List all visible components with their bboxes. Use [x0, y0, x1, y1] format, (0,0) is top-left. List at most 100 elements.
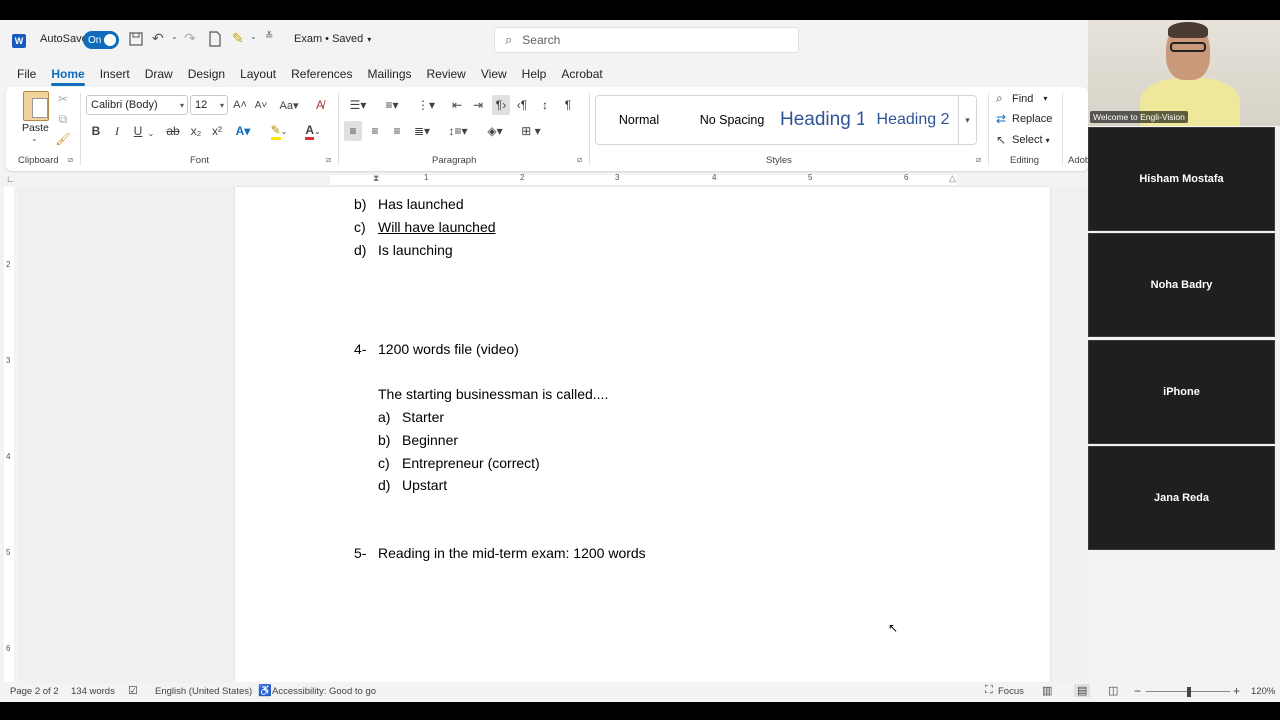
document-canvas[interactable]: b) Has launched c) Will have launched d)…	[18, 187, 1088, 682]
font-color-icon[interactable]: A ⌄	[300, 121, 326, 141]
style-heading-2[interactable]: Heading 2	[868, 96, 958, 144]
web-layout-icon[interactable]: ◫	[1108, 684, 1118, 697]
style-normal[interactable]: Normal	[596, 96, 682, 144]
superscript-icon[interactable]: x²	[209, 121, 225, 141]
tab-draw[interactable]: Draw	[145, 67, 173, 81]
tab-design[interactable]: Design	[188, 67, 225, 81]
tab-acrobat[interactable]: Acrobat	[561, 67, 602, 81]
tab-review[interactable]: Review	[427, 67, 466, 81]
underline-dropdown-icon[interactable]: ⌄	[147, 123, 155, 143]
style-heading-1[interactable]: Heading 1	[780, 96, 864, 144]
line-spacing-icon[interactable]: ↕≡▾	[446, 121, 470, 141]
tab-layout[interactable]: Layout	[240, 67, 276, 81]
italic-icon[interactable]: I	[109, 121, 125, 141]
paste-dropdown-icon[interactable]: ⌄	[31, 134, 38, 143]
borders-icon[interactable]: ⊞ ▾	[516, 121, 546, 141]
accessibility-icon[interactable]: ♿	[258, 684, 272, 697]
zoom-slider-thumb[interactable]	[1187, 687, 1191, 697]
align-center-icon[interactable]: ≡	[366, 121, 384, 141]
clipboard-launcher-icon[interactable]: ⧄	[68, 155, 73, 165]
undo-icon[interactable]: ↶	[152, 30, 164, 47]
customize-toolbar-icon[interactable]: ≚	[265, 31, 273, 42]
format-painter-icon[interactable]: 🖌	[55, 129, 70, 149]
font-name-dropdown[interactable]: Calibri (Body) ▾	[86, 95, 188, 115]
font-size-dropdown[interactable]: 12 ▾	[190, 95, 228, 115]
zoom-out-icon[interactable]: −	[1134, 684, 1141, 698]
indent-marker-icon[interactable]: ⧗	[373, 173, 379, 184]
styles-more-icon[interactable]: ▾	[958, 96, 976, 144]
document-title[interactable]: Exam • Saved ▾	[294, 33, 371, 45]
increase-indent-icon[interactable]: ⇥	[469, 95, 487, 115]
shrink-font-icon[interactable]: A˅	[253, 95, 269, 115]
zoom-in-icon[interactable]: +	[1233, 684, 1240, 698]
paragraph-launcher-icon[interactable]: ⧄	[577, 155, 582, 165]
read-mode-icon[interactable]: ▥	[1042, 684, 1052, 697]
highlight-color-icon[interactable]: ✎ ⌄	[266, 121, 292, 141]
grow-font-icon[interactable]: A˄	[232, 95, 248, 115]
justify-icon[interactable]: ≣▾	[410, 121, 434, 141]
copy-icon[interactable]: ⧉	[56, 109, 70, 129]
highlight-dropdown-icon[interactable]: ⌄	[250, 32, 257, 41]
tab-insert[interactable]: Insert	[100, 67, 130, 81]
ruler-number: 2	[520, 173, 525, 182]
right-indent-icon[interactable]: △	[949, 173, 956, 184]
paste-label[interactable]: Paste	[22, 122, 49, 134]
page-count[interactable]: Page 2 of 2	[10, 686, 59, 697]
tab-view[interactable]: View	[481, 67, 507, 81]
search-box[interactable]: ⌕ Search	[494, 27, 799, 53]
zoom-level[interactable]: 120%	[1251, 686, 1275, 697]
print-layout-icon[interactable]: ▤	[1074, 684, 1091, 697]
ltr-icon[interactable]: ¶›	[492, 95, 510, 115]
sort-icon[interactable]: ↕	[536, 95, 554, 115]
tab-selector-icon[interactable]: ∟	[6, 174, 15, 184]
clear-formatting-icon[interactable]: A̸	[312, 95, 328, 115]
decrease-indent-icon[interactable]: ⇤	[448, 95, 466, 115]
align-left-icon[interactable]: ≡	[344, 121, 362, 141]
focus-icon[interactable]: ⛶	[985, 684, 993, 697]
rtl-icon[interactable]: ‹¶	[514, 95, 530, 115]
redo-icon[interactable]: ↷	[184, 30, 196, 47]
select-button[interactable]: ↖ Select ▾	[996, 133, 1050, 147]
style-no-spacing[interactable]: No Spacing	[686, 96, 778, 144]
tab-help[interactable]: Help	[522, 67, 547, 81]
numbering-icon[interactable]: ≡▾	[378, 95, 406, 115]
multilevel-list-icon[interactable]: ⋮▾	[412, 95, 440, 115]
language[interactable]: English (United States)	[155, 686, 252, 697]
subscript-icon[interactable]: x₂	[188, 121, 204, 141]
autosave-toggle[interactable]: On	[83, 31, 119, 49]
accessibility-status[interactable]: Accessibility: Good to go	[272, 686, 376, 697]
shading-icon[interactable]: ◈▾	[482, 121, 508, 141]
find-button[interactable]: ⌕ Find ▾	[996, 91, 1047, 106]
strikethrough-icon[interactable]: ab	[164, 121, 182, 141]
bold-icon[interactable]: B	[88, 121, 104, 141]
document-page[interactable]: b) Has launched c) Will have launched d)…	[235, 187, 1050, 682]
participant-tile[interactable]: Hisham Mostafa	[1088, 127, 1275, 231]
word-count[interactable]: 134 words	[71, 686, 115, 697]
align-right-icon[interactable]: ≡	[388, 121, 406, 141]
proofing-icon[interactable]: ☑	[128, 684, 138, 697]
paste-icon[interactable]	[23, 91, 49, 121]
participant-tile[interactable]: iPhone	[1088, 340, 1275, 444]
highlight-icon[interactable]: ✎	[232, 30, 244, 47]
participant-tile[interactable]: Noha Badry	[1088, 233, 1275, 337]
bullets-icon[interactable]: ☰▾	[344, 95, 372, 115]
presenter-video[interactable]: Welcome to Engli-Vision	[1088, 20, 1280, 126]
font-launcher-icon[interactable]: ⧄	[326, 155, 331, 165]
tab-mailings[interactable]: Mailings	[367, 67, 411, 81]
tab-home[interactable]: Home	[51, 67, 86, 86]
styles-launcher-icon[interactable]: ⧄	[976, 155, 981, 165]
replace-button[interactable]: ⇄ Replace	[996, 112, 1052, 126]
underline-icon[interactable]: U	[130, 121, 146, 141]
new-document-icon[interactable]	[208, 31, 222, 47]
undo-dropdown-icon[interactable]: ⌄	[171, 32, 178, 41]
show-formatting-icon[interactable]: ¶	[560, 95, 576, 115]
cut-icon[interactable]: ✂	[56, 89, 70, 109]
change-case-icon[interactable]: Aa▾	[276, 95, 302, 115]
horizontal-ruler[interactable]: ∟ ⧗ △ 1 2 3 4 5 6	[0, 173, 1088, 187]
tab-references[interactable]: References	[291, 67, 352, 81]
participant-tile[interactable]: Jana Reda	[1088, 446, 1275, 550]
tab-file[interactable]: File	[17, 67, 36, 81]
focus-mode[interactable]: Focus	[998, 686, 1024, 697]
text-effects-icon[interactable]: A▾	[232, 121, 254, 141]
save-icon[interactable]	[128, 31, 144, 47]
